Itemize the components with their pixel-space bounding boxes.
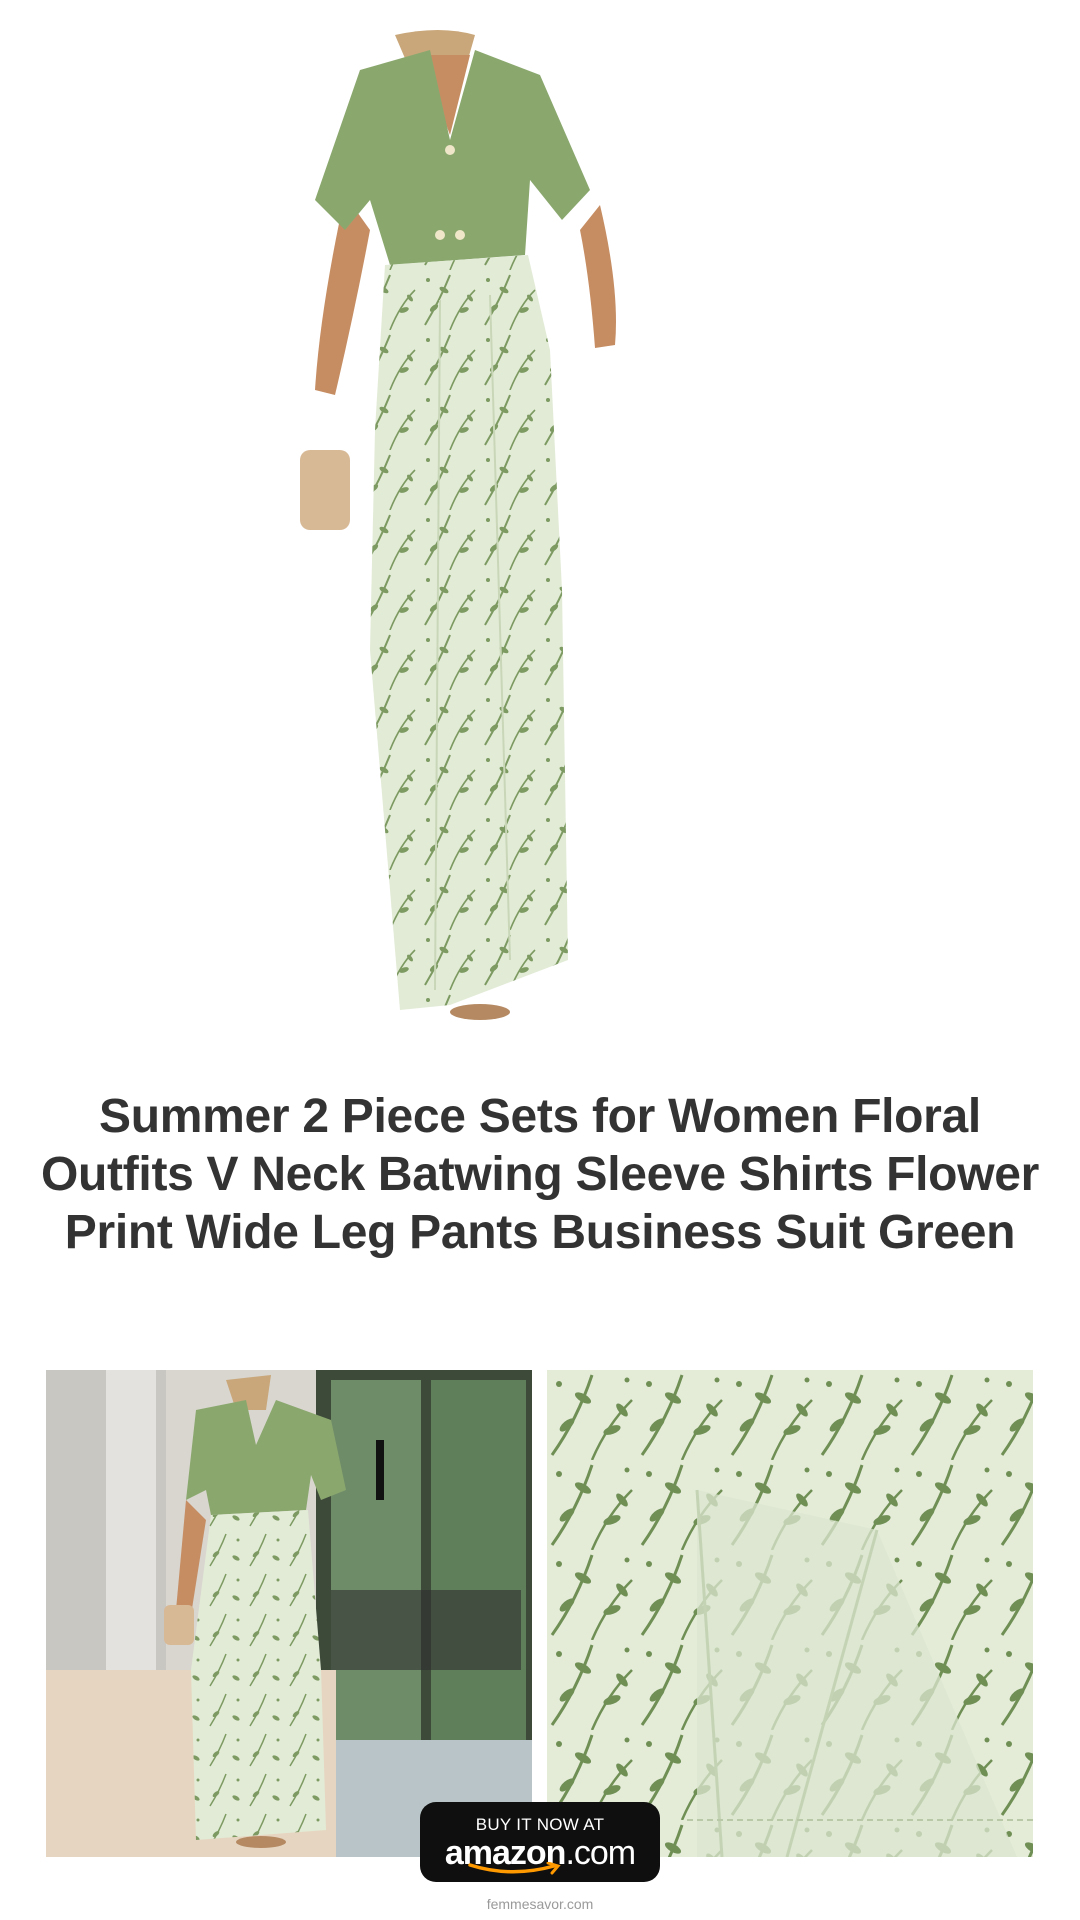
footer-site-name: femmesavor.com — [486, 1896, 594, 1912]
lifestyle-photo — [46, 1370, 532, 1857]
product-thumbnail-fabric-detail[interactable] — [547, 1370, 1033, 1857]
buy-on-amazon-button[interactable]: BUY IT NOW AT amazon.com — [420, 1802, 660, 1882]
product-thumbnail-lifestyle[interactable] — [46, 1370, 532, 1857]
model-outfit-illustration — [300, 30, 616, 1020]
amazon-smile-icon — [468, 1862, 561, 1875]
buy-it-now-label: BUY IT NOW AT — [475, 1815, 605, 1834]
amazon-domain-suffix: .com — [565, 1834, 636, 1872]
product-title: Summer 2 Piece Sets for Women Floral Out… — [40, 1090, 1040, 1259]
fabric-closeup-photo — [547, 1370, 1033, 1857]
product-main-image[interactable] — [300, 30, 740, 1040]
